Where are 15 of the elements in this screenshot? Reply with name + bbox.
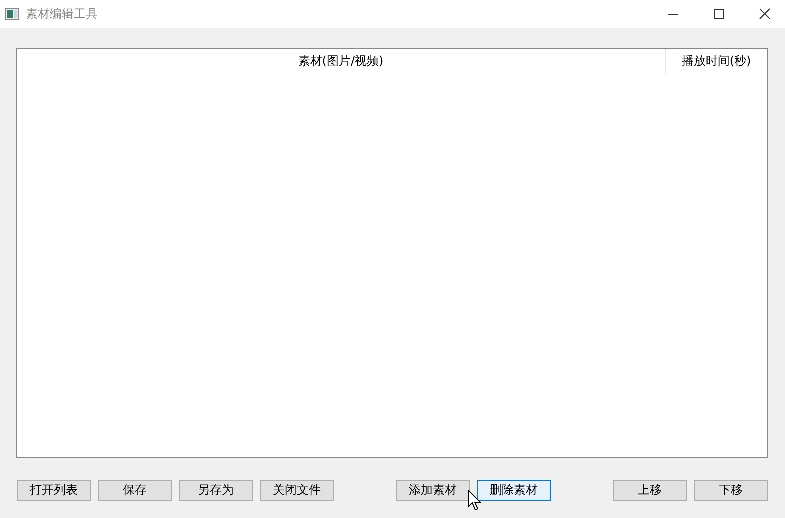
maximize-icon[interactable] (713, 8, 725, 20)
window-app-icon (5, 8, 19, 20)
action-button[interactable]: 下移 (694, 480, 768, 501)
action-button[interactable]: 添加素材 (396, 480, 470, 501)
mouse-pointer-icon (468, 490, 481, 511)
column-header[interactable]: 播放时间(秒) (666, 49, 767, 73)
action-button[interactable]: 另存为 (179, 480, 253, 501)
action-button[interactable]: 打开列表 (17, 480, 91, 501)
column-header[interactable]: 素材(图片/视频) (17, 49, 666, 73)
action-button[interactable]: 上移 (613, 480, 687, 501)
window-title: 素材编辑工具 (26, 6, 98, 22)
action-button[interactable]: 保存 (98, 480, 172, 501)
action-button[interactable]: 关闭文件 (260, 480, 334, 501)
close-icon[interactable] (759, 8, 771, 20)
action-button[interactable]: 删除素材 (477, 480, 551, 501)
